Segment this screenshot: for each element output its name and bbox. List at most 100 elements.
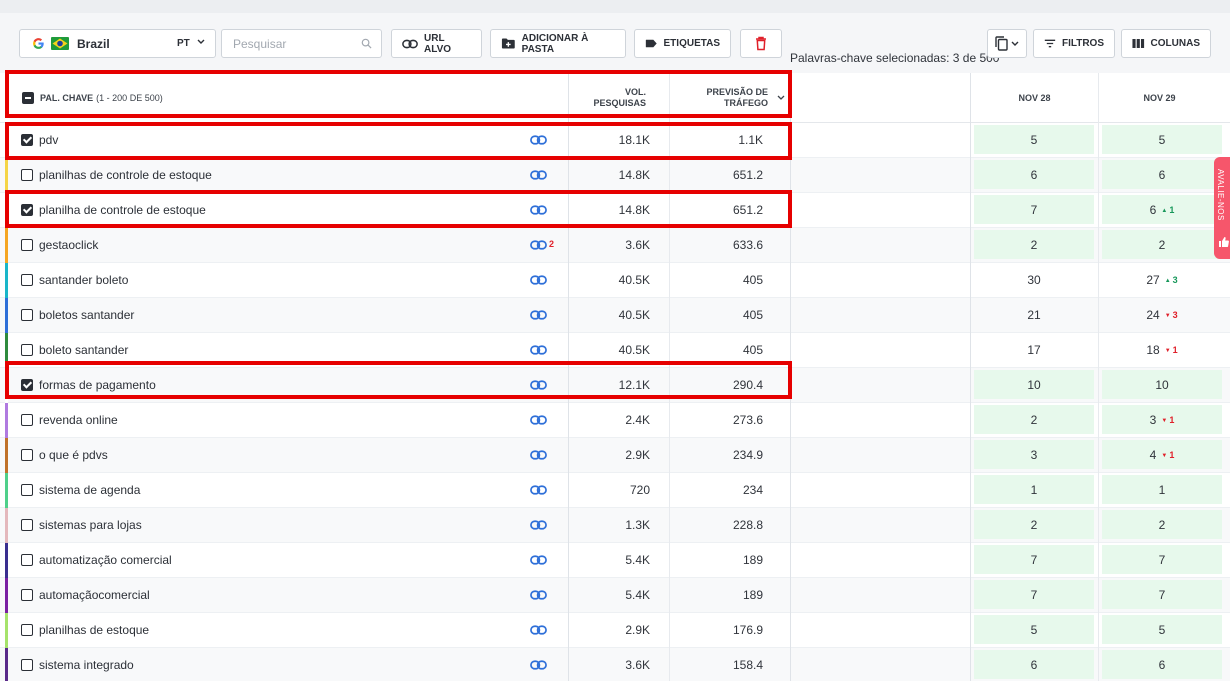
link-icon[interactable] bbox=[530, 203, 547, 221]
table-row[interactable]: automatização comercial 5.4K 189 7 7 bbox=[0, 543, 1230, 578]
position-cell[interactable]: 5 bbox=[1102, 615, 1222, 644]
position-cell[interactable]: 27 ▲ 3 bbox=[1102, 265, 1222, 294]
row-checkbox[interactable] bbox=[21, 274, 33, 286]
keyword-text[interactable]: planilha de controle de estoque bbox=[39, 203, 206, 217]
row-checkbox[interactable] bbox=[21, 589, 33, 601]
keyword-text[interactable]: gestaoclick bbox=[39, 238, 98, 252]
row-checkbox[interactable] bbox=[21, 659, 33, 671]
keyword-text[interactable]: sistemas para lojas bbox=[39, 518, 142, 532]
position-cell[interactable]: 3 ▼ 1 bbox=[1102, 405, 1222, 434]
position-cell[interactable]: 5 bbox=[974, 125, 1094, 154]
row-checkbox[interactable] bbox=[21, 379, 33, 391]
table-row[interactable]: sistema de agenda 720 234 1 1 bbox=[0, 473, 1230, 508]
position-cell[interactable]: 6 bbox=[974, 160, 1094, 189]
keyword-header[interactable]: PAL. CHAVE bbox=[40, 93, 93, 103]
position-cell[interactable]: 2 bbox=[974, 230, 1094, 259]
location-selector[interactable]: Brazil PT bbox=[19, 29, 216, 58]
row-checkbox[interactable] bbox=[21, 344, 33, 356]
position-cell[interactable]: 6 ▲ 1 bbox=[1102, 195, 1222, 224]
date1-header[interactable]: NOV 28 bbox=[971, 73, 1098, 123]
position-cell[interactable]: 24 ▼ 3 bbox=[1102, 300, 1222, 329]
position-cell[interactable]: 18 ▼ 1 bbox=[1102, 335, 1222, 364]
table-row[interactable]: boletos santander 40.5K 405 21 24 ▼ 3 bbox=[0, 298, 1230, 333]
traffic-header[interactable]: PREVISÃO DE TRÁFEGO bbox=[670, 73, 768, 123]
position-cell[interactable]: 6 bbox=[1102, 160, 1222, 189]
row-checkbox[interactable] bbox=[21, 169, 33, 181]
link-icon[interactable] bbox=[530, 168, 547, 186]
position-cell[interactable]: 2 bbox=[974, 510, 1094, 539]
position-cell[interactable]: 7 bbox=[1102, 580, 1222, 609]
keyword-text[interactable]: sistema integrado bbox=[39, 658, 134, 672]
link-icon[interactable] bbox=[530, 133, 547, 151]
position-cell[interactable]: 7 bbox=[1102, 545, 1222, 574]
copy-menu-button[interactable] bbox=[987, 29, 1027, 58]
date2-header[interactable]: NOV 29 bbox=[1099, 73, 1220, 123]
table-row[interactable]: o que é pdvs 2.9K 234.9 3 4 ▼ 1 bbox=[0, 438, 1230, 473]
table-row[interactable]: sistema integrado 3.6K 158.4 6 6 bbox=[0, 648, 1230, 681]
link-icon[interactable] bbox=[530, 553, 547, 571]
row-checkbox[interactable] bbox=[21, 239, 33, 251]
table-row[interactable]: planilhas de controle de estoque 14.8K 651… bbox=[0, 158, 1230, 193]
link-icon[interactable] bbox=[530, 308, 547, 326]
row-checkbox[interactable] bbox=[21, 309, 33, 321]
position-cell[interactable]: 30 bbox=[974, 265, 1094, 294]
table-row[interactable]: automaçãocomercial 5.4K 189 7 7 bbox=[0, 578, 1230, 613]
link-icon[interactable] bbox=[530, 623, 547, 641]
keyword-text[interactable]: revenda online bbox=[39, 413, 118, 427]
table-row[interactable]: santander boleto 40.5K 405 30 27 ▲ 3 bbox=[0, 263, 1230, 298]
keyword-text[interactable]: sistema de agenda bbox=[39, 483, 140, 497]
filters-button[interactable]: FILTROS bbox=[1033, 29, 1115, 58]
link-icon[interactable] bbox=[530, 343, 547, 361]
table-row[interactable]: planilhas de estoque 2.9K 176.9 5 5 bbox=[0, 613, 1230, 648]
feedback-tab[interactable]: AVALIE-NOS bbox=[1214, 157, 1230, 259]
keyword-text[interactable]: formas de pagamento bbox=[39, 378, 156, 392]
table-row[interactable]: revenda online 2.4K 273.6 2 3 ▼ 1 bbox=[0, 403, 1230, 438]
keyword-text[interactable]: pdv bbox=[39, 133, 58, 147]
keyword-text[interactable]: boletos santander bbox=[39, 308, 134, 322]
position-cell[interactable]: 2 bbox=[974, 405, 1094, 434]
link-icon[interactable] bbox=[530, 448, 547, 466]
position-cell[interactable]: 7 bbox=[974, 580, 1094, 609]
volume-header[interactable]: VOL. PESQUISAS bbox=[570, 73, 646, 123]
keyword-text[interactable]: o que é pdvs bbox=[39, 448, 108, 462]
target-url-button[interactable]: URL ALVO bbox=[391, 29, 482, 58]
position-cell[interactable]: 6 bbox=[974, 650, 1094, 679]
position-cell[interactable]: 10 bbox=[974, 370, 1094, 399]
position-cell[interactable]: 2 bbox=[1102, 230, 1222, 259]
position-cell[interactable]: 5 bbox=[1102, 125, 1222, 154]
table-row[interactable]: pdv 18.1K 1.1K 5 5 bbox=[0, 123, 1230, 158]
keyword-text[interactable]: planilhas de controle de estoque bbox=[39, 168, 212, 182]
columns-button[interactable]: COLUNAS bbox=[1121, 29, 1211, 58]
link-icon[interactable] bbox=[530, 378, 547, 396]
position-cell[interactable]: 21 bbox=[974, 300, 1094, 329]
position-cell[interactable]: 4 ▼ 1 bbox=[1102, 440, 1222, 469]
table-row[interactable]: formas de pagamento 12.1K 290.4 10 10 bbox=[0, 368, 1230, 403]
delete-button[interactable] bbox=[740, 29, 782, 58]
link-icon[interactable] bbox=[530, 658, 547, 676]
row-checkbox[interactable] bbox=[21, 414, 33, 426]
row-checkbox[interactable] bbox=[21, 519, 33, 531]
position-cell[interactable]: 6 bbox=[1102, 650, 1222, 679]
link-icon[interactable] bbox=[530, 588, 547, 606]
position-cell[interactable]: 10 bbox=[1102, 370, 1222, 399]
position-cell[interactable]: 7 bbox=[974, 195, 1094, 224]
row-checkbox[interactable] bbox=[21, 624, 33, 636]
row-checkbox[interactable] bbox=[21, 554, 33, 566]
row-checkbox[interactable] bbox=[21, 204, 33, 216]
table-row[interactable]: gestaoclick 2 3.6K 633.6 2 2 bbox=[0, 228, 1230, 263]
tags-button[interactable]: ETIQUETAS bbox=[634, 29, 731, 58]
link-icon[interactable] bbox=[530, 413, 547, 431]
search-input[interactable]: Pesquisar bbox=[221, 29, 382, 58]
keyword-text[interactable]: boleto santander bbox=[39, 343, 128, 357]
keyword-text[interactable]: santander boleto bbox=[39, 273, 128, 287]
link-icon[interactable] bbox=[530, 518, 547, 536]
position-cell[interactable]: 1 bbox=[1102, 475, 1222, 504]
link-icon[interactable] bbox=[530, 273, 547, 291]
keyword-text[interactable]: planilhas de estoque bbox=[39, 623, 149, 637]
position-cell[interactable]: 3 bbox=[974, 440, 1094, 469]
position-cell[interactable]: 5 bbox=[974, 615, 1094, 644]
row-checkbox[interactable] bbox=[21, 449, 33, 461]
select-all-checkbox[interactable] bbox=[22, 92, 34, 104]
table-row[interactable]: planilha de controle de estoque 14.8K 651.… bbox=[0, 193, 1230, 228]
position-cell[interactable]: 17 bbox=[974, 335, 1094, 364]
